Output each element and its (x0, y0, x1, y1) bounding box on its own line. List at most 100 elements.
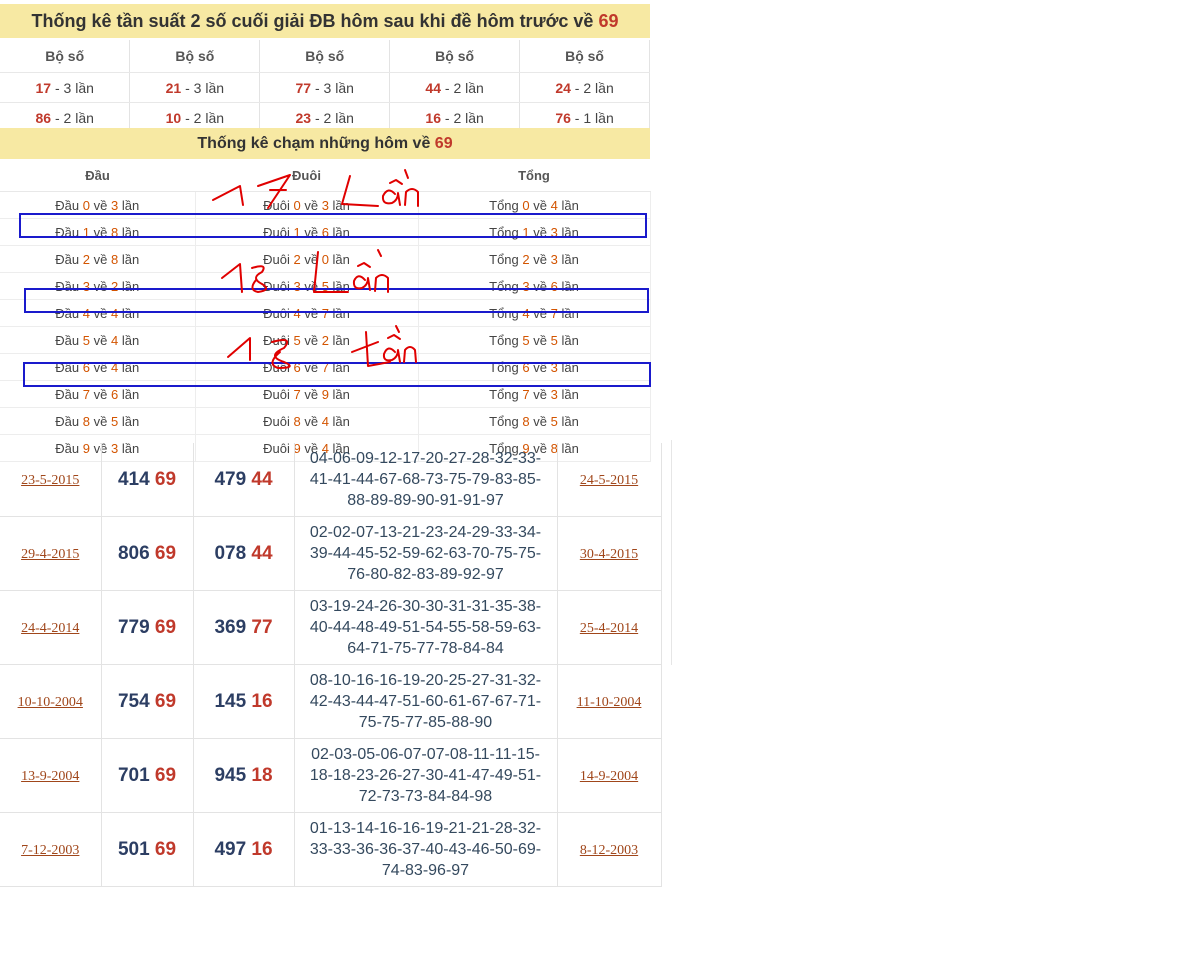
duoi-count: 9 (321, 386, 329, 402)
times-label: lần (205, 109, 225, 126)
next-result-main: 145 (214, 690, 247, 712)
frequency-count: 2 (453, 109, 462, 126)
frequency-table: Bộ số Bộ số Bộ số Bộ số Bộ số 17 - 3 lần 21 -… (0, 40, 650, 133)
history-date-cell: 29-4-2015 (0, 516, 102, 591)
tong-label: Tổng (489, 332, 519, 348)
next-date-link[interactable]: 8-12-2003 (580, 843, 638, 858)
loto-list-cell: 08-10-16-16-19-20-25-27-31-32- 42-43-44-4… (294, 664, 558, 739)
loto-list-line: 02-03-05-06-07-07-08-11-11-15- (311, 746, 540, 763)
loto-list-line: 88-89-89-90-91-91-97 (347, 492, 504, 509)
prev-result-tail: 69 (154, 690, 177, 712)
history-row: 13-9-2004 701 69 945 18 02-03-05-06-07-07-0… (0, 738, 662, 813)
tong-label: Tổng (489, 413, 519, 429)
history-date-link[interactable]: 29-4-2015 (21, 547, 79, 562)
frequency-cell: 24 - 2 lần (519, 72, 650, 103)
history-row: 23-5-2015 414 69 479 44 04-06-09-12-17-20-2… (0, 443, 662, 517)
loto-list-line: 03-19-24-26-30-30-31-31-35-38- (309, 598, 542, 615)
header-duoi: Đuôi (195, 160, 418, 192)
touch-header-row: Đầu Đuôi Tổng (0, 160, 650, 192)
next-date-link[interactable]: 14-9-2004 (580, 769, 638, 784)
times-label: lần (332, 386, 350, 402)
frequency-cell: 77 - 3 lần (259, 72, 391, 103)
frequency-number: 16 (425, 109, 441, 126)
duoi-label: Đuôi (263, 332, 290, 348)
digit: 8 (82, 413, 90, 429)
ve-label: về (304, 413, 319, 429)
next-date-link[interactable]: 30-4-2015 (580, 547, 638, 562)
history-row: 29-4-2015 806 69 078 44 02-02-07-13-21-23-2… (0, 516, 662, 591)
ve-label: về (533, 386, 547, 402)
next-date-cell: 25-4-2014 (557, 590, 662, 665)
touch-duoi-cell: Đuôi 2 về 0 lần (195, 245, 419, 273)
ve-label: về (533, 332, 547, 348)
prev-result-tail: 69 (154, 616, 177, 638)
next-date-cell: 14-9-2004 (557, 738, 662, 813)
duoi-label: Đuôi (263, 197, 290, 213)
history-table: 23-5-2015 414 69 479 44 04-06-09-12-17-20-2… (0, 443, 662, 887)
next-date-link[interactable]: 11-10-2004 (577, 695, 642, 710)
touch-duoi-cell: Đuôi 5 về 2 lần (195, 326, 419, 354)
times-label: lần (595, 79, 614, 96)
loto-list-line: 64-71-75-77-78-84-84 (347, 640, 504, 657)
digit: 0 (82, 197, 90, 213)
history-date-link[interactable]: 23-5-2015 (21, 473, 79, 488)
next-date-link[interactable]: 24-5-2015 (580, 473, 638, 488)
loto-list-cell: 04-06-09-12-17-20-27-28-32-33- 41-41-44-6… (294, 443, 558, 517)
header-tong: Tổng (418, 160, 650, 192)
touch-dau-cell: Đầu 2 về 8 lần (0, 245, 196, 273)
prev-result-cell: 501 69 (101, 812, 194, 887)
next-result-cell: 078 44 (193, 516, 295, 591)
frequency-count: 2 (583, 79, 592, 96)
frequency-number: 76 (555, 109, 571, 126)
divider (671, 440, 672, 665)
times-label: lần (121, 251, 140, 267)
next-result-main: 945 (214, 764, 247, 786)
dau-label: Đầu (55, 251, 80, 267)
times-label: lần (332, 413, 350, 429)
frequency-title-text: Thống kê tần suất 2 số cuối giải ĐB hôm … (31, 11, 594, 31)
ve-label: về (304, 386, 319, 402)
dau-label: Đầu (55, 197, 80, 213)
prev-result-main: 501 (117, 838, 150, 860)
tong-count: 3 (550, 251, 558, 267)
history-date-cell: 7-12-2003 (0, 812, 102, 887)
frequency-count: 2 (453, 79, 462, 96)
touch-title-number: 69 (434, 135, 453, 152)
prev-result-main: 806 (117, 542, 150, 564)
header-bo-so: Bộ số (389, 40, 521, 73)
ve-label: về (304, 251, 319, 267)
times-label: lần (332, 197, 350, 213)
history-date-link[interactable]: 10-10-2004 (18, 695, 83, 710)
frequency-count: 3 (193, 79, 202, 96)
frequency-count: 1 (583, 109, 592, 126)
history-date-link[interactable]: 13-9-2004 (21, 769, 79, 784)
next-result-main: 497 (214, 838, 247, 860)
prev-result-tail: 69 (154, 764, 177, 786)
next-result-cell: 945 18 (193, 738, 295, 813)
history-date-link[interactable]: 7-12-2003 (21, 843, 79, 858)
digit: 7 (82, 386, 90, 402)
duoi-label: Đuôi (263, 251, 290, 267)
touch-row: Đầu 2 về 8 lần Đuôi 2 về 0 lần Tổng 2 về 3… (0, 245, 651, 273)
touch-title-text: Thống kê chạm những hôm về (197, 135, 431, 152)
ve-label: về (304, 332, 319, 348)
loto-list-line: 42-43-44-47-51-60-61-67-67-71- (309, 693, 542, 710)
loto-list-cell: 02-03-05-06-07-07-08-11-11-15- 18-18-23-2… (294, 738, 558, 813)
loto-list-line: 74-83-96-97 (381, 862, 470, 879)
next-date-link[interactable]: 25-4-2014 (580, 621, 638, 636)
digit: 2 (522, 251, 530, 267)
prev-result-main: 779 (117, 616, 150, 638)
tong-label: Tổng (489, 251, 519, 267)
history-date-cell: 23-5-2015 (0, 443, 102, 517)
loto-list-line: 08-10-16-16-19-20-25-27-31-32- (309, 672, 542, 689)
prev-result-cell: 779 69 (101, 590, 194, 665)
duoi-count: 3 (321, 197, 329, 213)
history-date-cell: 24-4-2014 (0, 590, 102, 665)
times-label: lần (335, 79, 354, 96)
frequency-cell: 44 - 2 lần (389, 72, 521, 103)
prev-result-cell: 701 69 (101, 738, 194, 813)
history-date-link[interactable]: 24-4-2014 (21, 621, 79, 636)
digit: 7 (293, 386, 301, 402)
frequency-cell: 21 - 3 lần (129, 72, 261, 103)
next-result-main: 369 (214, 616, 247, 638)
